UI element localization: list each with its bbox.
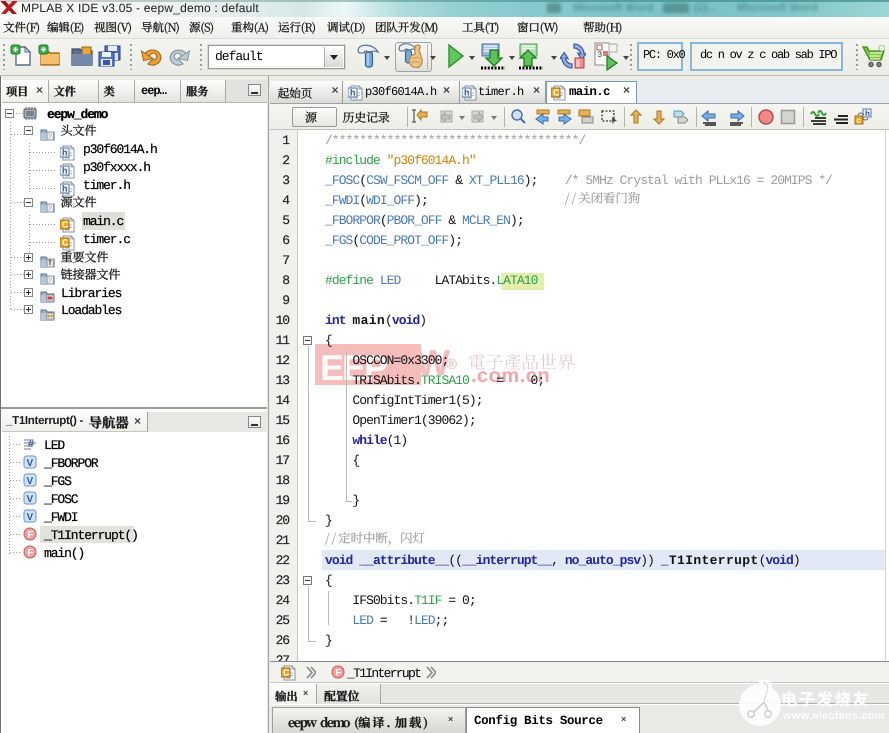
svg-text:h: h (350, 87, 356, 97)
svg-text:h: h (464, 87, 470, 97)
svg-text:F: F (28, 530, 34, 541)
svg-text:3: 3 (598, 50, 603, 59)
svg-text:V: V (27, 494, 34, 505)
svg-text:h: h (62, 184, 68, 194)
svg-text:C: C (62, 237, 69, 247)
svg-text:F: F (336, 668, 342, 679)
svg-text:V: V (27, 458, 34, 469)
svg-text:h: h (62, 166, 68, 176)
svg-text:h: h (865, 109, 870, 118)
svg-text:F: F (28, 548, 34, 559)
svg-text:h: h (62, 148, 68, 158)
svg-text:c: c (856, 116, 861, 125)
svg-text:V: V (27, 512, 34, 523)
svg-text:C: C (283, 667, 290, 677)
svg-text:C: C (62, 219, 69, 229)
svg-text:C: C (553, 87, 560, 97)
svg-text:#: # (28, 438, 34, 450)
svg-text:V: V (27, 476, 34, 487)
